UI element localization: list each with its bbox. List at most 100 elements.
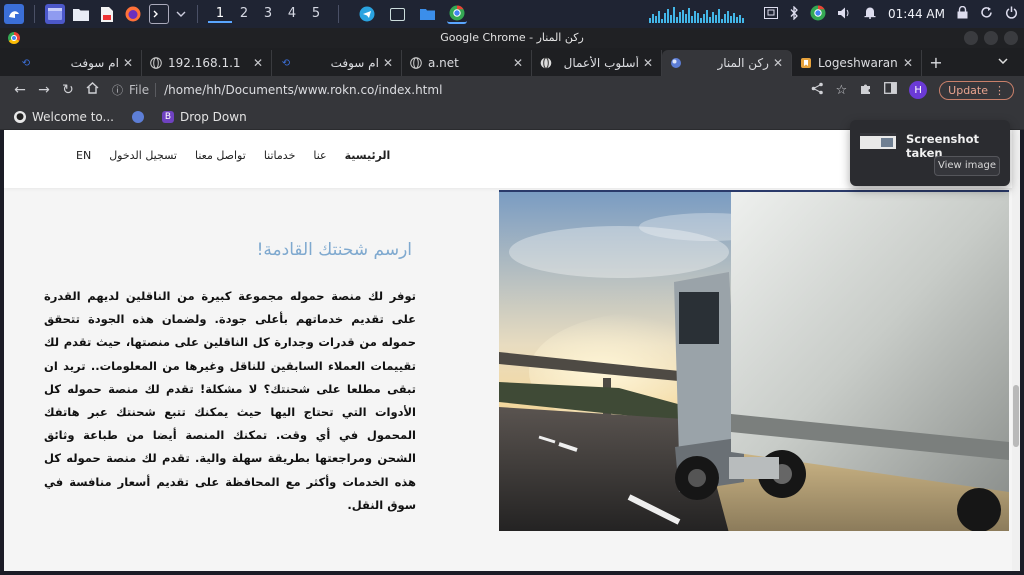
audio-visualizer [649,5,745,23]
section-body-text: توفر لك منصة حموله مجموعة كبيرة من الناق… [44,289,416,512]
workspace-5[interactable]: 5 [304,6,328,23]
new-tab-button[interactable]: + [922,50,950,76]
bell-icon[interactable] [864,6,876,22]
forward-arrow-icon[interactable]: → [32,82,56,98]
github-icon: ● [14,110,26,123]
tab-search-chevron-icon[interactable] [998,53,1008,67]
clock[interactable]: 01:44 AM [888,7,945,21]
kebab-menu-icon: ⋮ [994,83,1005,97]
tab-router[interactable]: 192.168.1.1 ✕ [142,50,272,76]
close-icon[interactable]: ✕ [123,56,133,70]
window-controls [964,31,1018,45]
soft-icon: ⟲ [281,57,291,69]
profile-avatar[interactable]: H [909,81,928,99]
address-bar[interactable]: ⓘ File /home/hh/Documents/www.rokn.co/in… [112,78,832,102]
toolbar-actions: ☆ H Update ⋮ [811,80,1014,100]
close-icon[interactable]: ✕ [643,56,653,70]
close-icon[interactable]: ✕ [903,56,913,70]
bookmark-icon [800,57,812,69]
bootstrap-icon: B [161,110,174,123]
close-window-button[interactable] [1004,31,1018,45]
bluetooth-icon[interactable] [790,4,798,23]
site-icon [670,57,682,69]
reload-icon[interactable]: ↻ [56,82,80,98]
chevron-down-icon[interactable] [175,4,187,24]
tab-soft-2[interactable]: ⟲ ام سوفت ✕ [272,50,402,76]
url-text[interactable]: /home/hh/Documents/www.rokn.co/index.htm… [164,83,442,97]
bookmark-label: Drop Down [179,109,247,124]
globe-icon [150,57,162,69]
running-apps [357,4,467,24]
extensions-icon[interactable] [859,82,872,99]
page-viewport: EN تسجيل الدخول تواصل معنا خدماتنا عنا ا… [4,130,1020,571]
tab-rokn-almanar[interactable]: ركن المنار ✕ [662,50,792,76]
firefox-icon[interactable] [123,4,143,24]
nav-item-about[interactable]: عنا [313,149,326,162]
hero-truck-image [499,190,1009,531]
update-button[interactable]: Update ⋮ [939,80,1014,100]
bookmark-welcome[interactable]: ● Welcome to... [14,110,114,124]
telegram-icon[interactable] [357,4,377,24]
minimize-button[interactable] [964,31,978,45]
window-titlebar[interactable]: Google Chrome - ركن المنار [0,28,1024,48]
nav-item-en[interactable]: EN [76,149,91,162]
tab-title: a.net [428,56,459,70]
tab-strip: ⟲ ام سوفت ✕ 192.168.1.1 ✕ ⟲ ام سوفت ✕ a.… [0,48,1024,76]
close-icon[interactable]: ✕ [513,56,523,70]
document-icon[interactable] [97,4,117,24]
volume-icon[interactable] [838,7,852,22]
terminal-icon[interactable] [149,4,169,24]
close-icon[interactable]: ✕ [773,56,783,70]
screenshot-thumbnail[interactable] [860,133,896,149]
globe-icon [540,57,552,69]
tab-anet[interactable]: a.net ✕ [402,50,532,76]
home-icon[interactable] [80,82,104,98]
site-nav: EN تسجيل الدخول تواصل معنا خدماتنا عنا ا… [76,149,390,162]
page-scrollbar[interactable] [1012,130,1020,571]
files-app-icon[interactable] [417,4,437,24]
taskbar-divider [338,5,339,23]
tab-title: ام سوفت [70,56,119,70]
maximize-button[interactable] [984,31,998,45]
launcher-icon[interactable] [4,4,24,24]
folder-icon[interactable] [71,4,91,24]
update-label: Update [948,83,988,97]
lock-icon[interactable] [957,5,968,22]
section-heading: ارسم شحنتك القادمة! [256,240,412,260]
tab-title: ام سوفت [330,56,379,70]
workspace-1[interactable]: 1 [208,6,232,23]
tab-soft-1[interactable]: ⟲ ام سوفت ✕ [12,50,142,76]
nav-item-services[interactable]: خدماتنا [264,149,296,162]
screenshot-icon[interactable] [764,6,779,22]
bookmark-drop-down[interactable]: B Drop Down [161,109,247,124]
workspace-4[interactable]: 4 [280,6,304,23]
share-icon[interactable] [811,82,824,99]
nav-item-contact[interactable]: تواصل معنا [195,149,246,162]
chrome-icon[interactable] [810,4,826,24]
os-taskbar: 1 2 3 4 5 01:44 AM [0,0,1024,28]
url-scheme-label: File [129,83,150,97]
window-bottom-edge [0,571,1024,575]
nav-item-home[interactable]: الرئيسية [345,149,391,162]
info-icon[interactable]: ⓘ [112,82,123,98]
nav-item-login[interactable]: تسجيل الدخول [109,149,177,162]
power-icon[interactable] [1005,6,1018,22]
chrome-app-icon[interactable] [447,4,467,24]
workspace-3[interactable]: 3 [256,6,280,23]
view-image-button[interactable]: View image [934,156,1000,176]
scrollbar-thumb[interactable] [1013,385,1019,447]
close-icon[interactable]: ✕ [253,56,263,70]
tab-logeshwaran[interactable]: Logeshwaran.o ✕ [792,50,922,76]
browser-toolbar: ← → ↻ ⓘ File /home/hh/Documents/www.rokn… [0,76,1024,104]
side-panel-icon[interactable] [884,82,898,98]
back-arrow-icon[interactable]: ← [8,82,32,98]
terminal-app-icon[interactable] [387,4,407,24]
star-icon[interactable]: ☆ [836,83,848,98]
workspace-2[interactable]: 2 [232,6,256,23]
tab-business-style[interactable]: أسلوب الأعمال ✕ [532,50,662,76]
bookmark-site[interactable] [131,110,144,123]
close-icon[interactable]: ✕ [383,56,393,70]
chrome-logo-icon [8,32,20,44]
window-icon[interactable] [45,4,65,24]
refresh-icon[interactable] [980,6,993,22]
